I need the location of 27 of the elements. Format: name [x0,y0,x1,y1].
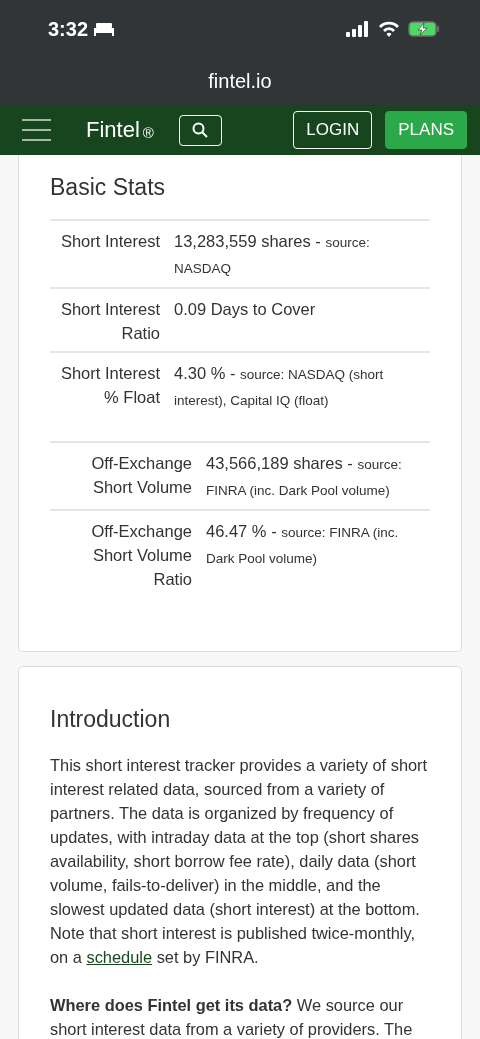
stat-label: Short Interest % Float [59,363,160,408]
intro-paragraph: Where does Fintel get its data? We source our short interest data from a variety of providers. The [50,995,414,1039]
stat-value: 4.30 % - source: NASDAQ (short interest), Capital IQ (float) [173,363,385,410]
status-time: 3:32 [48,17,89,41]
login-button[interactable]: LOGIN [293,111,373,149]
brand-logo[interactable]: Fintel [86,117,140,143]
registered-mark: ® [142,123,154,141]
stat-label: Short Interest Ratio [59,299,160,344]
stat-label: Off-Exchange Short Volume Ratio [90,521,192,590]
section-title: Basic Stats [50,173,167,201]
intro-paragraph: This short interest tracker provides a variety of short interest related data, sourced from a variety of partners. The data is organized by frequency of updates, with intraday data at the top (short shares availability, short borrow fee rate), daily data (short volume, fails-to-deliver) in the middle, and the slowest updated data (short interest) at the bottom. Note that short interest is published twice-monthly, on a schedule set by FINRA. [50,755,429,968]
wifi-icon [378,21,400,37]
stat-value: 43,566,189 shares - source: FINRA (inc. Dark Pool volume) [205,453,403,500]
signal-icon [346,21,370,37]
schedule-link[interactable]: schedule [86,948,153,966]
stat-label: Short Interest [59,231,160,252]
stat-value: 13,283,559 shares - source: NASDAQ [173,231,371,278]
stat-value: 46.47 % - source: FINRA (inc. Dark Pool volume) [205,521,400,568]
battery-charging-icon [408,21,440,37]
stat-value: 0.09 Days to Cover [173,299,317,320]
search-button[interactable] [178,114,222,146]
section-title: Introduction [50,705,172,733]
browser-url[interactable]: fintel.io [208,70,272,92]
bed-icon [94,22,115,36]
stat-label: Off-Exchange Short Volume [90,453,192,498]
menu-icon[interactable] [22,119,51,141]
search-icon [192,122,209,138]
